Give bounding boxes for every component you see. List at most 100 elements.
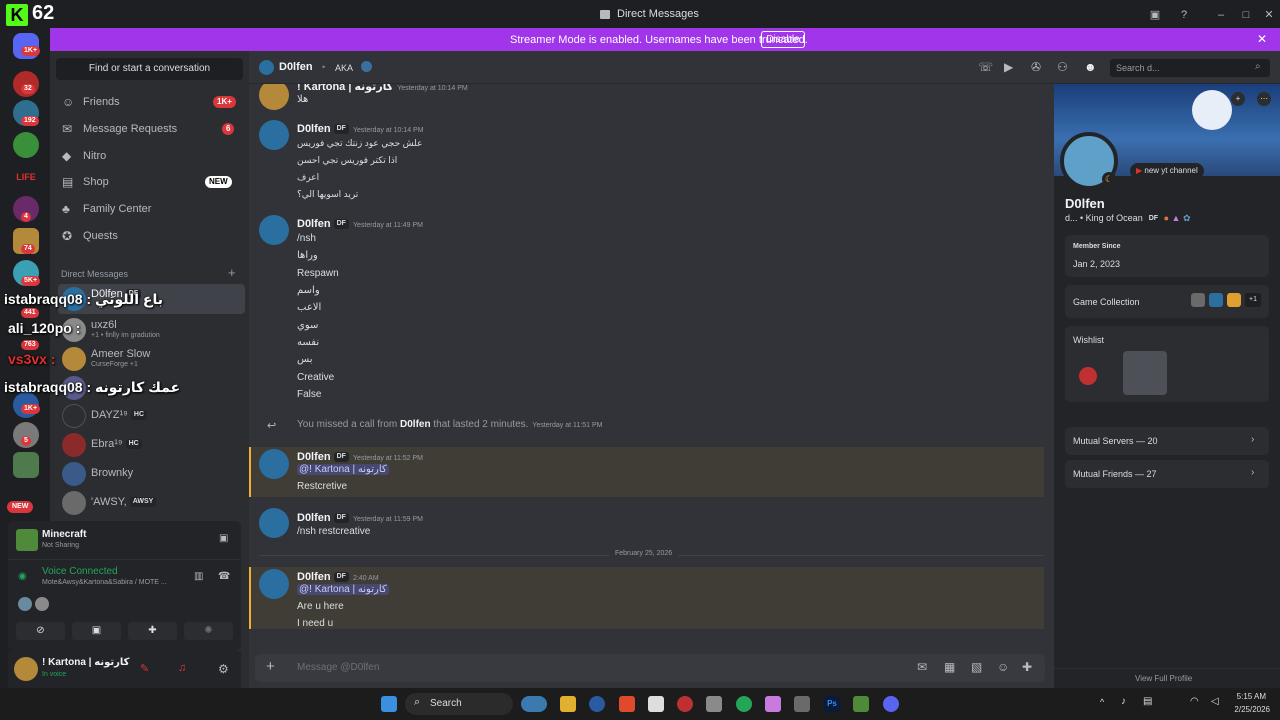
share-screen-icon[interactable]: ▣ (219, 533, 228, 544)
disable-button[interactable]: Disable (761, 31, 805, 48)
missed-call-icon: ↩ (267, 420, 277, 432)
emoji-icon[interactable]: ☺ (997, 660, 1009, 674)
server-icon[interactable] (13, 452, 39, 478)
dm-item[interactable]: uxz6l +1 • finlly im gradution (58, 315, 245, 345)
maximize-button[interactable]: □ (1239, 8, 1253, 22)
nav-quests[interactable]: ✪ Quests (58, 223, 241, 249)
wishlist-item[interactable] (1123, 351, 1167, 395)
sticker-icon[interactable]: ▧ (971, 660, 982, 674)
browser-icon[interactable] (589, 696, 605, 712)
member-since-value: Jan 2, 2023 (1073, 259, 1121, 269)
widget-icon[interactable] (521, 696, 547, 712)
app-icon[interactable] (765, 696, 781, 712)
screen-icon[interactable]: ▣ (72, 622, 121, 640)
soundboard-button[interactable]: ✺ (184, 622, 233, 640)
app-icon[interactable] (736, 696, 752, 712)
mutual-servers[interactable]: Mutual Servers — 20 › (1065, 427, 1269, 455)
settings-gear-icon[interactable]: ⚙ (218, 662, 229, 676)
network-icon[interactable]: ◠ (1190, 696, 1199, 707)
apps-icon[interactable]: ✚ (1022, 660, 1032, 674)
minecraft-taskbar-icon[interactable] (853, 696, 869, 712)
user-avatar[interactable] (14, 657, 38, 681)
author-name: D0lfen (297, 512, 331, 524)
clock-time[interactable]: 5:15 AM (1230, 692, 1266, 701)
more-options-icon[interactable]: ⋯ (1257, 92, 1271, 106)
soundboard-icon[interactable]: ▥ (194, 571, 203, 582)
voice-call-icon[interactable]: ☏ (978, 60, 993, 74)
calculator-icon[interactable] (794, 696, 810, 712)
app-icon[interactable] (677, 696, 693, 712)
activities-icon[interactable]: ✚ (128, 622, 177, 640)
video-call-icon[interactable]: ▶ (1004, 60, 1013, 74)
wishlist-item[interactable] (1073, 351, 1117, 395)
add-friends-icon[interactable]: ⚇ (1057, 60, 1068, 74)
help-icon[interactable]: ? (1177, 8, 1191, 22)
gif-icon[interactable]: ▦ (944, 660, 955, 674)
volume-icon[interactable]: ◁ (1211, 696, 1219, 707)
close-window-button[interactable]: ✕ (1262, 8, 1276, 22)
user-mention[interactable]: @! Kartona | كارتونه (297, 584, 389, 595)
gift-icon[interactable]: ✉ (917, 660, 927, 674)
windows-start-icon[interactable] (381, 696, 397, 712)
avatar[interactable] (259, 120, 289, 150)
nav-nitro[interactable]: ◆ Nitro (58, 143, 241, 169)
dm-item[interactable]: DAYZ¹⁹ HC (58, 401, 245, 431)
banner-close-icon[interactable]: ✕ (1257, 32, 1267, 46)
attach-plus-icon[interactable]: + (266, 659, 275, 675)
add-friend-icon[interactable]: + (1231, 92, 1245, 106)
guild-tag: HC (130, 410, 148, 421)
photoshop-icon[interactable]: Ps (824, 696, 840, 712)
author: D0lfen DF Yesterday at 11:49 PM (297, 218, 423, 230)
deafen-icon[interactable]: ♫ (178, 662, 186, 674)
dm-item[interactable]: 'AWSY, AWSY (58, 488, 245, 518)
divider (1054, 668, 1280, 669)
find-conversation-button[interactable]: Find or start a conversation (56, 58, 243, 80)
minimize-button[interactable]: – (1214, 8, 1228, 22)
file-explorer-icon[interactable] (560, 696, 576, 712)
new-dm-plus-icon[interactable]: + (228, 265, 236, 280)
app-icon[interactable] (706, 696, 722, 712)
wishlist-card[interactable]: Wishlist (1065, 326, 1269, 402)
brave-icon[interactable] (619, 696, 635, 712)
message-text: I need u (297, 618, 334, 629)
keyboard-icon[interactable]: ▤ (1143, 696, 1152, 707)
game-collection-card[interactable]: Game Collection +1 (1065, 285, 1269, 318)
discord-taskbar-icon[interactable] (883, 696, 899, 712)
avatar[interactable] (259, 84, 289, 110)
screen-share-icon[interactable]: ▣ (1148, 8, 1162, 22)
mutual-friends[interactable]: Mutual Friends — 27 › (1065, 460, 1269, 488)
nav-family-center[interactable]: ♣ Family Center (58, 196, 241, 222)
message: D0lfen DF Yesterday at 11:49 PM /nsh وراها… (249, 215, 1054, 405)
user-profile-icon[interactable]: ☻ (1084, 60, 1097, 74)
nav-friends[interactable]: ☺ Friends 1K+ (58, 89, 241, 115)
clock-date[interactable]: 2/25/2026 (1226, 705, 1270, 714)
mute-icon[interactable]: ✎ (140, 662, 149, 675)
taskbar-search[interactable]: ⌕ Search (405, 693, 513, 715)
carrot-server-icon[interactable] (13, 132, 39, 158)
pin-icon[interactable]: ✇ (1031, 60, 1041, 74)
app-icon[interactable] (648, 696, 664, 712)
avatar[interactable] (259, 215, 289, 245)
dm-item[interactable]: Ameer Slow CurseForge +1 (58, 344, 245, 374)
camera-icon[interactable]: ⊘ (16, 622, 65, 640)
aka-label: AKA (335, 63, 354, 73)
search-input[interactable]: Search d... ⌕ (1110, 59, 1270, 77)
message-composer[interactable]: + Message @D0lfen ✉ ▦ ▧ ☺ ✚ (255, 654, 1045, 682)
nav-message-requests[interactable]: ✉ Message Requests 6 (58, 116, 241, 142)
avatar[interactable] (259, 449, 289, 479)
view-full-profile-link[interactable]: View Full Profile (1135, 674, 1192, 683)
life-server-icon[interactable]: LIFE (13, 164, 39, 190)
message-text: هلا (297, 94, 309, 105)
dm-item[interactable]: Ebra¹⁹ HC (58, 430, 245, 460)
microphone-icon[interactable]: ♪ (1121, 696, 1126, 707)
chevron-right-icon: › (1251, 467, 1255, 478)
avatar[interactable] (259, 569, 289, 599)
disconnect-icon[interactable]: ☎ (218, 571, 230, 582)
dm-item[interactable]: Brownky (58, 459, 245, 489)
call-who[interactable]: D0lfen (400, 419, 431, 430)
user-mention[interactable]: @! Kartona | كارتونه (297, 464, 389, 475)
avatar[interactable] (259, 508, 289, 538)
nav-shop[interactable]: ▤ Shop NEW (58, 169, 241, 195)
tray-chevron-icon[interactable]: ^ (1100, 697, 1104, 707)
dm-name-text: 'AWSY, (91, 496, 127, 508)
